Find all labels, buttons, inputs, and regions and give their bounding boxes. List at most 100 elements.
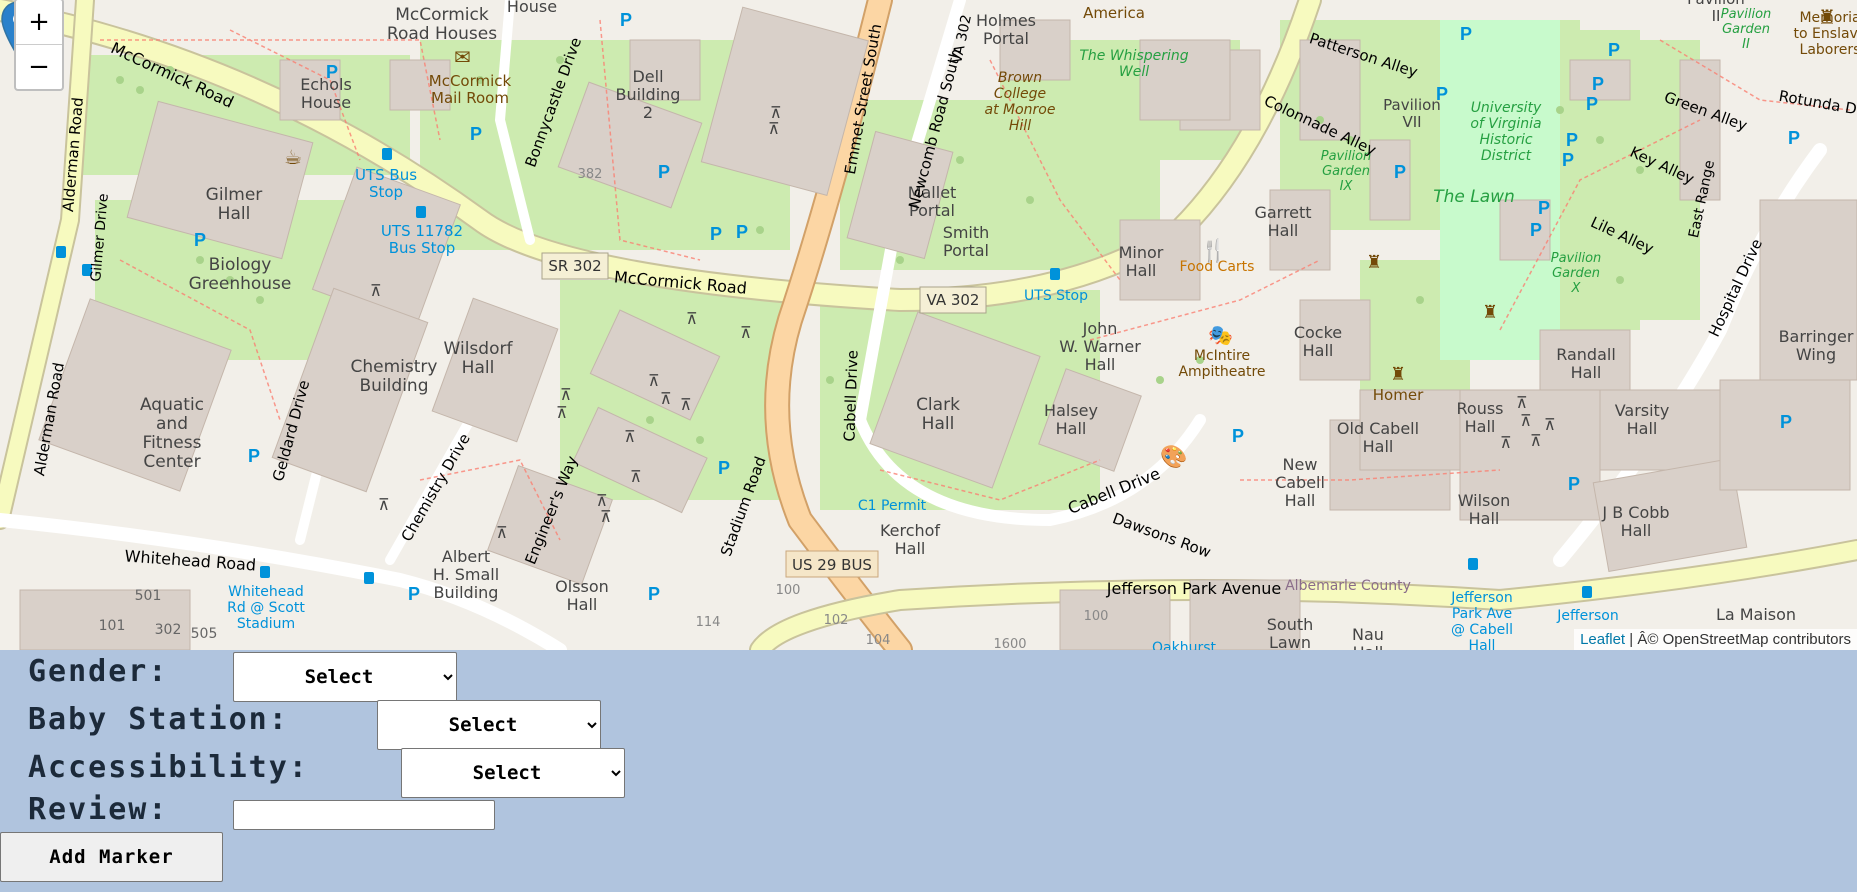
map-label-uts-stop: UTS Stop — [1024, 288, 1088, 304]
svg-text:⊼: ⊼ — [370, 281, 382, 300]
zoom-control: + − — [14, 0, 64, 91]
baby-station-select[interactable]: Select — [377, 700, 601, 750]
gender-label: Gender: — [28, 654, 169, 689]
svg-text:⊼: ⊼ — [630, 467, 642, 486]
map-label-num-100a: 100 — [776, 583, 801, 598]
map-label-aquatic: Aquatic and Fitness Center — [140, 395, 204, 472]
map-label-num-501: 501 — [135, 588, 162, 604]
gender-select[interactable]: Select — [233, 652, 457, 702]
svg-text:P: P — [1780, 412, 1792, 432]
svg-text:P: P — [1586, 94, 1598, 114]
svg-text:⊼: ⊼ — [1516, 393, 1528, 412]
map-label-echols: Echols House — [300, 75, 352, 112]
map-label-hospital-drive: Hospital Drive — [1705, 236, 1766, 340]
map-label-holmes: Holmes Portal — [976, 11, 1036, 48]
svg-text:P: P — [620, 10, 632, 30]
map-label-new-cabell: New Cabell Hall — [1275, 455, 1325, 510]
map-label-num-114: 114 — [696, 615, 721, 630]
svg-text:⊼: ⊼ — [1520, 411, 1532, 430]
map-label-num-505: 505 — [191, 626, 218, 642]
map-label-mcintire: McIntire Ampitheatre — [1178, 348, 1265, 380]
map-label-hall-partial: House — [507, 0, 557, 16]
svg-text:P: P — [1788, 128, 1800, 148]
svg-text:⊼: ⊼ — [1530, 431, 1542, 450]
map-label-mccormick-houses: McCormick Road Houses — [387, 5, 497, 44]
map-label-num-102: 102 — [824, 613, 849, 628]
map-label-cabell-drive-v: Cabell Drive — [840, 350, 861, 442]
svg-text:⊼: ⊼ — [1544, 415, 1556, 434]
map-label-chem-bldg: Chemistry Building — [351, 357, 438, 396]
map-label-num-101: 101 — [99, 618, 126, 634]
zoom-out-button[interactable]: − — [16, 44, 62, 89]
svg-text:P: P — [1538, 198, 1550, 218]
map-label-num-382: 382 — [578, 167, 603, 182]
map-label-num-1600: 1600 — [993, 637, 1026, 650]
zoom-in-button[interactable]: + — [16, 0, 62, 44]
map-label-homer: Homer — [1373, 386, 1424, 404]
map-label-albert-small: Albert H. Small Building — [433, 547, 499, 602]
map-label-america: America — [1083, 4, 1145, 22]
svg-text:P: P — [194, 230, 206, 250]
svg-text:⊼: ⊼ — [1500, 433, 1512, 452]
svg-text:⊼: ⊼ — [680, 395, 692, 414]
svg-text:⊼: ⊼ — [600, 507, 612, 526]
svg-text:P: P — [1232, 426, 1244, 446]
svg-text:⊼: ⊼ — [560, 385, 572, 404]
map-label-us29: US 29 BUS — [792, 556, 872, 574]
map-label-wilson: Wilson Hall — [1458, 491, 1511, 528]
svg-text:⊼: ⊼ — [740, 323, 752, 342]
map-label-num-302: 302 — [155, 622, 182, 638]
svg-text:🎨: 🎨 — [1160, 443, 1187, 470]
attribution-text: | Â© OpenStreetMap contributors — [1625, 631, 1851, 648]
map-label-albemarle: Albemarle County — [1285, 578, 1411, 594]
svg-text:♜: ♜ — [1390, 364, 1406, 385]
svg-text:♜: ♜ — [1366, 252, 1382, 273]
map-label-nau: NauHall — [1352, 625, 1384, 650]
svg-text:P: P — [1608, 40, 1620, 60]
svg-text:P: P — [658, 162, 670, 182]
map-label-jefferson-stop: Jefferson — [1556, 608, 1619, 624]
svg-text:P: P — [648, 584, 660, 604]
accessibility-select[interactable]: Select — [401, 748, 625, 798]
svg-text:🎭: 🎭 — [1208, 323, 1233, 347]
map[interactable]: PPP PPP PPP PPP PPP PPP PPP PPP P ⊼ ⊼ ⊼ ⊼ ⊼… — [0, 0, 1857, 650]
map-label-memorial: Memoriato EnslaveLaborers — [1794, 10, 1857, 58]
svg-text:⊼: ⊼ — [648, 371, 660, 390]
review-input[interactable] — [233, 800, 495, 830]
svg-text:⊼: ⊼ — [624, 427, 636, 446]
map-label-dawsons-row: Dawsons Row — [1110, 509, 1213, 561]
map-attribution: Leaflet | Â© OpenStreetMap contributors — [1574, 629, 1857, 650]
map-label-jpa-cabell: Jefferson Park Ave @ Cabell Hall — [1450, 590, 1513, 650]
map-label-uts11782: UTS 11782 Bus Stop — [381, 222, 463, 257]
svg-text:♜: ♜ — [1482, 302, 1498, 323]
map-label-smith: Smith Portal — [943, 223, 990, 260]
add-marker-button[interactable]: Add Marker — [0, 832, 223, 882]
svg-text:⊼: ⊼ — [660, 389, 672, 408]
map-label-chemistry-drive: Chemistry Drive — [398, 430, 474, 544]
map-label-clark: Clark Hall — [916, 395, 960, 434]
svg-text:P: P — [248, 446, 260, 466]
svg-text:P: P — [1568, 474, 1580, 494]
svg-text:P: P — [1562, 150, 1574, 170]
map-label-c1-permit: C1 Permit — [858, 498, 927, 514]
map-label-kerchof: Kerchof Hall — [880, 521, 940, 558]
svg-text:P: P — [1530, 220, 1542, 240]
svg-text:✉: ✉ — [454, 45, 471, 69]
svg-text:⊼: ⊼ — [556, 403, 568, 422]
svg-text:P: P — [1566, 130, 1578, 150]
map-label-num-100b: 100 — [1084, 609, 1109, 624]
svg-text:P: P — [1592, 74, 1604, 94]
svg-text:⊼: ⊼ — [768, 119, 780, 138]
map-label-num-104: 104 — [866, 633, 891, 648]
leaflet-link[interactable]: Leaflet — [1580, 631, 1625, 648]
baby-station-label: Baby Station: — [28, 702, 289, 737]
map-label-la-maison: La Maison — [1716, 605, 1796, 624]
map-label-oakhurst: Oakhurst — [1152, 640, 1217, 650]
map-label-sr302: SR 302 — [548, 257, 601, 275]
svg-text:P: P — [1394, 162, 1406, 182]
svg-text:⊼: ⊼ — [496, 523, 508, 542]
marker-form: Gender: Select Baby Station: Select Acce… — [0, 650, 1857, 892]
svg-text:P: P — [470, 124, 482, 144]
review-label: Review: — [28, 792, 169, 827]
map-label-jefferson-park: Jefferson Park Avenue — [1106, 579, 1281, 598]
